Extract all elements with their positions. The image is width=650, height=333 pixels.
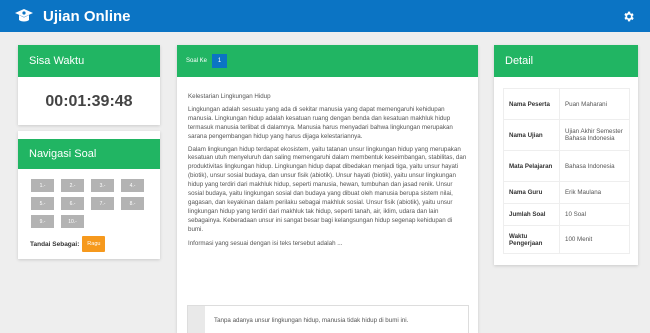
timer-card: Sisa Waktu 00:01:39:48: [18, 45, 160, 125]
top-bar: Ujian Online: [0, 0, 650, 32]
detail-row: Waktu Pengerjaan 100 Menit: [503, 225, 630, 254]
detail-value: Puan Maharani: [559, 88, 630, 120]
mark-label: Tandai Sebagai:: [30, 240, 80, 248]
question-nav-button-9[interactable]: 9.-: [31, 215, 54, 228]
graduation-logo-icon: [15, 9, 33, 22]
detail-value: 100 Menit: [559, 225, 630, 254]
detail-key: Jumlah Soal: [503, 203, 560, 226]
question-nav-button-5[interactable]: 5.-: [31, 197, 54, 210]
detail-value: Bahasa Indonesia: [559, 150, 630, 182]
mark-row: Tandai Sebagai: Ragu: [18, 228, 160, 252]
timer-header: Sisa Waktu: [18, 45, 160, 77]
question-number-badge: 1: [212, 54, 228, 68]
detail-key: Nama Guru: [503, 181, 560, 204]
detail-key: Nama Peserta: [503, 88, 560, 120]
question-card: Soal Ke 1 Kelestarian Lingkungan Hidup L…: [177, 45, 478, 333]
detail-value: Ujian Akhir Semester Bahasa Indonesia: [559, 119, 630, 151]
question-body: Kelestarian Lingkungan Hidup Lingkungan …: [177, 77, 478, 249]
passage-title: Kelestarian Lingkungan Hidup: [188, 93, 271, 100]
nav-gap: [18, 131, 160, 139]
detail-key: Mata Pelajaran: [503, 150, 560, 182]
detail-table: Nama Peserta Puan Maharani Nama Ujian Uj…: [503, 88, 630, 254]
detail-row: Nama Guru Erik Maulana: [503, 181, 630, 204]
question-nav-button-8[interactable]: 8.-: [121, 197, 144, 210]
passage-paragraph-1: Lingkungan adalah sesuatu yang ada di se…: [188, 105, 453, 140]
option-text: Tanpa adanya unsur lingkungan hidup, man…: [214, 316, 409, 324]
detail-row: Mata Pelajaran Bahasa Indonesia: [503, 150, 630, 182]
detail-row: Nama Peserta Puan Maharani: [503, 88, 630, 120]
option-letter: [188, 306, 205, 333]
question-nav-button-1[interactable]: 1.-: [31, 179, 54, 192]
question-nav-button-7[interactable]: 7.-: [91, 197, 114, 210]
detail-key: Waktu Pengerjaan: [503, 225, 560, 254]
question-nav-button-10[interactable]: 10.-: [61, 215, 84, 228]
timer-value: 00:01:39:48: [45, 93, 133, 110]
detail-card: Detail Nama Peserta Puan Maharani Nama U…: [494, 45, 638, 265]
gear-icon[interactable]: [622, 10, 635, 23]
question-nav-button-4[interactable]: 4.-: [121, 179, 144, 192]
detail-row: Jumlah Soal 10 Soal: [503, 203, 630, 226]
ragu-button[interactable]: Ragu: [82, 236, 106, 252]
detail-value: 10 Soal: [559, 203, 630, 226]
question-header: Soal Ke 1: [177, 45, 478, 77]
app-title: Ujian Online: [43, 8, 131, 25]
detail-row: Nama Ujian Ujian Akhir Semester Bahasa I…: [503, 119, 630, 151]
question-nav-button-6[interactable]: 6.-: [61, 197, 84, 210]
detail-key: Nama Ujian: [503, 119, 560, 151]
question-nav-button-2[interactable]: 2.-: [61, 179, 84, 192]
detail-value: Erik Maulana: [559, 181, 630, 204]
answer-option[interactable]: Tanpa adanya unsur lingkungan hidup, man…: [187, 305, 469, 333]
navigation-card: Navigasi Soal 1.- 2.- 3.- 4.- 5.- 6.- 7.…: [18, 131, 160, 259]
question-nav-grid: 1.- 2.- 3.- 4.- 5.- 6.- 7.- 8.- 9.- 10.-: [18, 169, 160, 228]
navigation-header: Navigasi Soal: [18, 139, 160, 169]
passage-paragraph-2: Dalam lingkungan hidup terdapat ekosiste…: [188, 145, 467, 233]
question-prompt: Informasi yang sesuai dengan isi teks te…: [188, 239, 343, 247]
question-label: Soal Ke: [186, 58, 208, 64]
detail-header: Detail: [494, 45, 638, 77]
question-nav-button-3[interactable]: 3.-: [91, 179, 114, 192]
